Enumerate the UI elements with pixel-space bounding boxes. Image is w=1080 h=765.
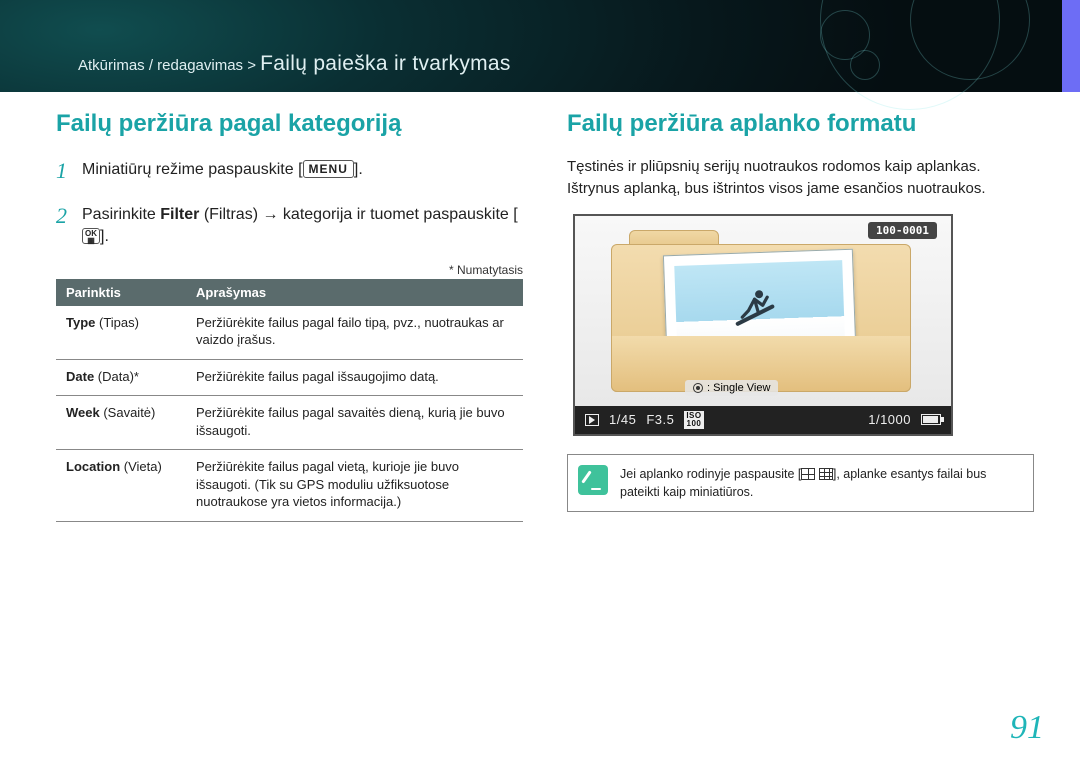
play-icon — [585, 414, 599, 426]
menu-button-icon: MENU — [303, 160, 354, 178]
iso-icon: ISO100 — [684, 411, 703, 429]
step-text: Pasirinkite Filter (Filtras) → kategorij… — [82, 201, 523, 249]
ok-button-icon: OK▦ — [82, 228, 100, 244]
snowboarder-icon — [730, 282, 780, 332]
status-bar: 1/45 F3.5 ISO100 1/1000 — [575, 406, 951, 434]
step-number: 1 — [56, 156, 72, 187]
breadcrumb-prefix: Atkūrimas / redagavimas > — [78, 57, 256, 74]
decor-circle — [850, 50, 880, 80]
grid-3x3-icon — [819, 468, 833, 480]
table-row: Week (Savaitė) Peržiūrėkite failus pagal… — [56, 396, 523, 450]
options-table: Parinktis Aprašymas Type (Tipas) Peržiūr… — [56, 279, 523, 522]
pencil-icon — [578, 465, 608, 495]
grid-2x2-icon — [801, 468, 815, 480]
step-2: 2 Pasirinkite Filter (Filtras) → kategor… — [56, 201, 523, 249]
frame-counter: 1/45 — [609, 412, 636, 427]
folder-graphic — [611, 230, 911, 392]
step-number: 2 — [56, 201, 72, 249]
table-row: Type (Tipas) Peržiūrėkite failus pagal f… — [56, 306, 523, 360]
battery-icon — [921, 414, 941, 425]
single-view-label: : Single View — [685, 380, 778, 396]
target-icon — [693, 383, 703, 393]
camera-lcd-preview: 100-0001 — [573, 214, 953, 436]
step-1: 1 Miniatiūrų režime paspauskite [MENU]. — [56, 156, 523, 187]
breadcrumb-title: Failų paieška ir tvarkymas — [260, 52, 511, 75]
right-column: Failų peržiūra aplanko formatu Tęstinės … — [567, 110, 1034, 522]
shutter-speed: 1/1000 — [868, 412, 911, 427]
left-column: Failų peržiūra pagal kategoriją 1 Miniat… — [56, 110, 523, 522]
th-description: Aprašymas — [186, 279, 523, 306]
tip-box: Jei aplanko rodinyje paspausite [ ], apl… — [567, 454, 1034, 512]
page-number: 91 — [1010, 709, 1044, 747]
breadcrumb: Atkūrimas / redagavimas > Failų paieška … — [78, 52, 511, 76]
table-row: Location (Vieta) Peržiūrėkite failus pag… — [56, 450, 523, 522]
section-title-category: Failų peržiūra pagal kategoriją — [56, 110, 523, 138]
f-stop: F3.5 — [646, 412, 674, 427]
intro-paragraph: Tęstinės ir pliūpsnių serijų nuotraukos … — [567, 156, 1034, 200]
section-title-folder: Failų peržiūra aplanko formatu — [567, 110, 1034, 138]
folder-area: 100-0001 — [575, 216, 951, 406]
table-row: Date (Data)* Peržiūrėkite failus pagal i… — [56, 359, 523, 396]
tip-text: Jei aplanko rodinyje paspausite [ ], apl… — [620, 465, 1021, 501]
header-banner: Atkūrimas / redagavimas > Failų paieška … — [0, 0, 1080, 92]
th-option: Parinktis — [56, 279, 186, 306]
default-footnote: * Numatytasis — [56, 263, 523, 277]
step-text: Miniatiūrų režime paspauskite [MENU]. — [82, 156, 363, 187]
